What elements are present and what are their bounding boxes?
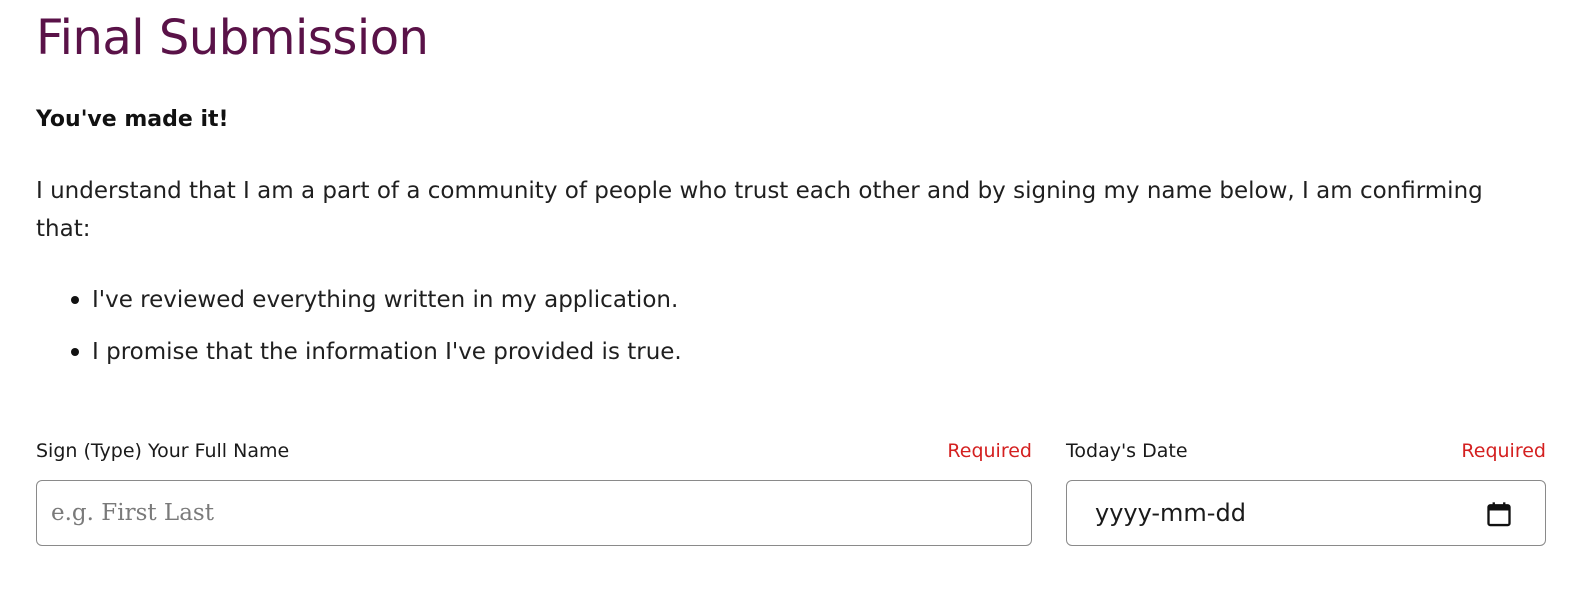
intro-paragraph: I understand that I am a part of a commu… [36,178,1483,242]
page-title: Final Submission [36,10,429,66]
success-subtitle: You've made it! [36,107,229,132]
date-input-value: yyyy-mm-dd [1095,499,1246,527]
list-item: I've reviewed everything written in my a… [71,281,682,319]
list-item-text: I've reviewed everything written in my a… [92,287,679,313]
required-indicator: Required [1461,440,1546,462]
full-name-input-box [36,480,1032,546]
full-name-input[interactable] [37,481,1031,545]
date-input[interactable]: yyyy-mm-dd [1066,480,1546,546]
date-field-header: Today's Date Required [1066,434,1546,468]
date-label: Today's Date [1066,440,1188,462]
date-field-group: Today's Date Required yyyy-mm-dd [1066,434,1546,546]
bullet-icon [71,296,79,304]
bullet-icon [71,348,79,356]
required-indicator: Required [947,440,1032,462]
full-name-field-group: Sign (Type) Your Full Name Required [36,434,1032,546]
list-item: I promise that the information I've prov… [71,333,682,371]
calendar-icon[interactable] [1485,500,1513,528]
full-name-field-header: Sign (Type) Your Full Name Required [36,434,1032,468]
confirmation-list: I've reviewed everything written in my a… [36,281,682,385]
full-name-label: Sign (Type) Your Full Name [36,440,290,462]
list-item-text: I promise that the information I've prov… [92,339,682,365]
